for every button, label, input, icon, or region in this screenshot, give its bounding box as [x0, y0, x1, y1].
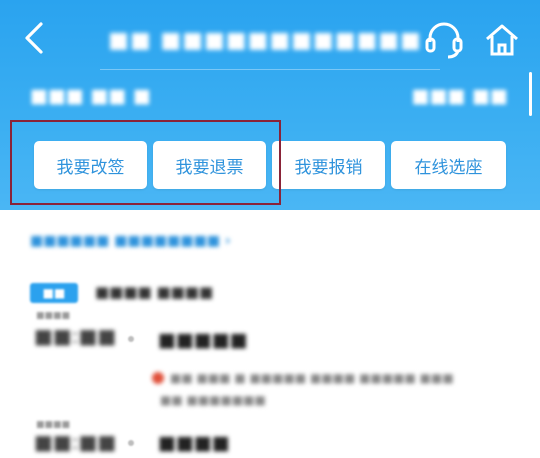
location-icon: [152, 372, 164, 384]
customer-service-button[interactable]: [422, 18, 466, 60]
arrival-time: ■■:■■: [34, 430, 117, 454]
trip-date-text: ■■■ ■■: [411, 85, 508, 107]
reimbursement-button[interactable]: 我要报销: [272, 141, 385, 189]
departure-station: ■■■■■: [158, 329, 248, 351]
trip-route-text: ■■■ ■■ ■: [30, 85, 151, 107]
train-info-text: ■■■■ ■■■■: [95, 283, 214, 301]
headset-icon: [425, 22, 463, 59]
highlight-annotation-box: [10, 120, 281, 205]
info-links[interactable]: ■■■■■■ ■■■■■■■■ ›: [30, 229, 290, 253]
departure-time: ■■:■■: [34, 324, 117, 348]
back-button[interactable]: [18, 20, 50, 56]
home-icon: [486, 24, 518, 56]
page-title: ■■ ■■■■■■■■■■■■: [108, 27, 422, 53]
departure-detail-text-2: ■■ ■■■■■■■: [160, 393, 266, 407]
departure-detail-text: ■■ ■■■ ■ ■■■■■ ■■■■ ■■■■■ ■■■: [170, 371, 454, 385]
online-seat-selection-button[interactable]: 在线选座: [391, 141, 506, 189]
arrival-dot: [128, 440, 134, 446]
scroll-indicator: [529, 72, 532, 116]
train-type-badge: ■■: [30, 283, 78, 303]
departure-detail-line: ■■ ■■■ ■ ■■■■■ ■■■■ ■■■■■ ■■■: [152, 368, 512, 388]
chevron-left-icon: [25, 22, 43, 54]
header-divider: [100, 69, 440, 70]
home-button[interactable]: [482, 20, 522, 60]
arrival-station: ■■■■: [158, 432, 230, 454]
departure-dot: [128, 336, 134, 342]
